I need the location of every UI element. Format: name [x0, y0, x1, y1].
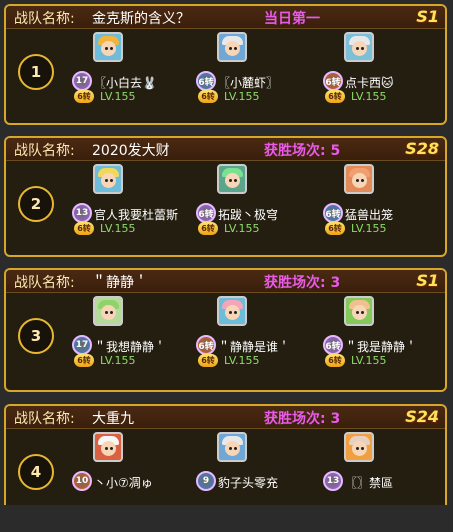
- avatar[interactable]: [217, 432, 247, 462]
- vip-badge-icon: 6转: [198, 222, 218, 235]
- team-status: 获胜场次: 3: [264, 411, 341, 427]
- vip-badge-icon: 6转: [325, 90, 345, 103]
- team-card[interactable]: 战队名称: ＂静静＇ 获胜场次: 3 S1 3 17 ＂我想静静＇ 6转 LV.…: [4, 268, 447, 392]
- member-name: 〖小白去🐰: [94, 76, 157, 90]
- rank-badge-icon: 17: [72, 335, 92, 355]
- team-card[interactable]: 战队名称: 2020发大财 获胜场次: 5 S28 2 13 官人我要杜蕾斯 6…: [4, 136, 447, 257]
- team-label: 战队名称:: [14, 275, 75, 291]
- member-name: 官人我要杜蕾斯: [94, 208, 179, 222]
- member-name: 点卡西🐱: [345, 76, 394, 90]
- team-member[interactable]: 6转 猛兽出笼 6转 LV.155: [323, 164, 449, 264]
- team-name: 金克斯的含义？: [92, 11, 190, 27]
- team-member[interactable]: 6转 ＂静静是谁＇ 6转 LV.155: [196, 296, 322, 396]
- member-name: 猛兽出笼: [345, 208, 394, 222]
- team-card-header: 战队名称: 金克斯的含义？ 当日第一 S1: [6, 6, 445, 29]
- team-name: 2020发大财: [92, 143, 170, 159]
- vip-badge-icon: 6转: [325, 354, 345, 367]
- rank-badge-icon: 6转: [323, 335, 343, 355]
- team-card[interactable]: 战队名称: 大重九 获胜场次: 3 S24 4 10 丶小⑦凋ゅ 9 豹子头零充…: [4, 404, 447, 505]
- rank-number: 3: [18, 318, 54, 354]
- rank-badge-icon: 17: [72, 71, 92, 91]
- vip-badge-icon: 6转: [198, 90, 218, 103]
- rank-badge-icon: 13: [323, 471, 343, 491]
- team-member[interactable]: 10 丶小⑦凋ゅ: [72, 432, 198, 532]
- avatar[interactable]: [344, 296, 374, 326]
- member-name: ＂静静是谁＇: [218, 340, 291, 354]
- rank-badge-icon: 6转: [196, 71, 216, 91]
- team-card-header: 战队名称: 大重九 获胜场次: 3 S24: [6, 406, 445, 429]
- rank-number: 1: [18, 54, 54, 90]
- vip-badge-icon: 6转: [74, 222, 94, 235]
- member-level: LV.155: [224, 222, 260, 235]
- rank-badge-icon: 10: [72, 471, 92, 491]
- team-ranking-list: 战队名称: 金克斯的含义？ 当日第一 S1 1 17 〖小白去🐰 6转 LV.1…: [0, 0, 453, 505]
- team-label: 战队名称:: [14, 11, 75, 27]
- team-member[interactable]: 6转 拓跋丶极穹 6转 LV.155: [196, 164, 322, 264]
- member-level: LV.155: [224, 90, 260, 103]
- avatar[interactable]: [217, 164, 247, 194]
- team-member[interactable]: 13 〖〗禁區: [323, 432, 449, 532]
- member-level: LV.155: [351, 354, 387, 367]
- vip-badge-icon: 6转: [74, 90, 94, 103]
- rank-badge-icon: 9: [196, 471, 216, 491]
- season-badge: S24: [405, 407, 439, 426]
- team-member[interactable]: 17 〖小白去🐰 6转 LV.155: [72, 32, 198, 132]
- team-name: 大重九: [92, 411, 134, 427]
- rank-badge-icon: 6转: [323, 71, 343, 91]
- avatar[interactable]: [93, 164, 123, 194]
- avatar[interactable]: [93, 296, 123, 326]
- rank-badge-icon: 6转: [196, 203, 216, 223]
- avatar[interactable]: [344, 432, 374, 462]
- team-member[interactable]: 6转 点卡西🐱 6转 LV.155: [323, 32, 449, 132]
- team-member[interactable]: 17 ＂我想静静＇ 6转 LV.155: [72, 296, 198, 396]
- member-name: 〖〗禁區: [345, 476, 394, 490]
- avatar[interactable]: [217, 296, 247, 326]
- member-name: 丶小⑦凋ゅ: [94, 476, 153, 490]
- avatar[interactable]: [93, 432, 123, 462]
- rank-badge-icon: 13: [72, 203, 92, 223]
- member-level: LV.155: [351, 222, 387, 235]
- member-level: LV.155: [100, 354, 136, 367]
- member-name: 拓跋丶极穹: [218, 208, 279, 222]
- season-badge: S1: [416, 271, 439, 290]
- rank-badge-icon: 6转: [323, 203, 343, 223]
- rank-number: 4: [18, 454, 54, 490]
- team-status: 当日第一: [264, 11, 320, 27]
- avatar[interactable]: [217, 32, 247, 62]
- member-level: LV.155: [100, 90, 136, 103]
- season-badge: S1: [416, 7, 439, 26]
- team-name: ＂静静＇: [92, 275, 148, 291]
- team-card-header: 战队名称: 2020发大财 获胜场次: 5 S28: [6, 138, 445, 161]
- member-name: 〖小麓虾〗: [218, 76, 279, 90]
- vip-badge-icon: 6转: [325, 222, 345, 235]
- member-name: ＂我是静静＇: [345, 340, 418, 354]
- team-label: 战队名称:: [14, 411, 75, 427]
- team-member[interactable]: 6转 〖小麓虾〗 6转 LV.155: [196, 32, 322, 132]
- member-level: LV.155: [351, 90, 387, 103]
- team-status: 获胜场次: 3: [264, 275, 341, 291]
- team-status: 获胜场次: 5: [264, 143, 341, 159]
- avatar[interactable]: [344, 32, 374, 62]
- avatar[interactable]: [93, 32, 123, 62]
- member-level: LV.155: [100, 222, 136, 235]
- avatar[interactable]: [344, 164, 374, 194]
- team-card-header: 战队名称: ＂静静＇ 获胜场次: 3 S1: [6, 270, 445, 293]
- team-card[interactable]: 战队名称: 金克斯的含义？ 当日第一 S1 1 17 〖小白去🐰 6转 LV.1…: [4, 4, 447, 125]
- team-member[interactable]: 9 豹子头零充: [196, 432, 322, 532]
- member-name: 豹子头零充: [218, 476, 279, 490]
- team-member[interactable]: 6转 ＂我是静静＇ 6转 LV.155: [323, 296, 449, 396]
- season-badge: S28: [405, 139, 439, 158]
- member-name: ＂我想静静＇: [94, 340, 167, 354]
- vip-badge-icon: 6转: [198, 354, 218, 367]
- rank-number: 2: [18, 186, 54, 222]
- member-level: LV.155: [224, 354, 260, 367]
- rank-badge-icon: 6转: [196, 335, 216, 355]
- vip-badge-icon: 6转: [74, 354, 94, 367]
- team-label: 战队名称:: [14, 143, 75, 159]
- team-member[interactable]: 13 官人我要杜蕾斯 6转 LV.155: [72, 164, 198, 264]
